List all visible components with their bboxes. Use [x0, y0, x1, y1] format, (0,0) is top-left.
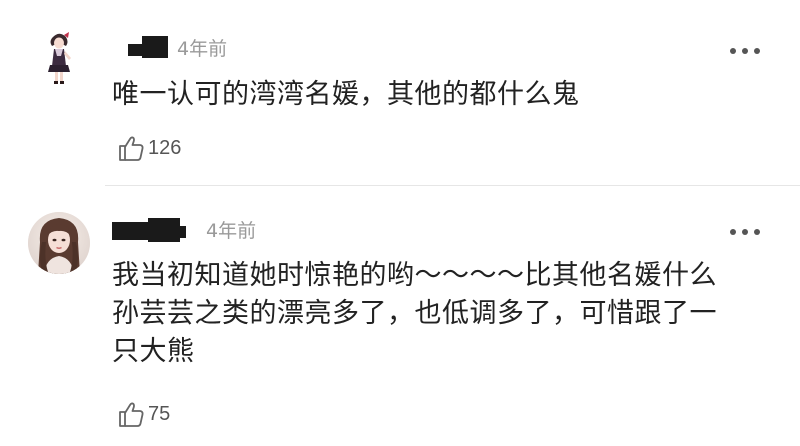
comment-item: 4年前 唯一认可的湾湾名媛，其他的都什么鬼 126 — [0, 0, 800, 186]
redaction-block — [112, 222, 152, 240]
like-button[interactable]: 75 — [116, 399, 170, 429]
avatar[interactable] — [28, 28, 90, 90]
more-dots-icon[interactable] — [730, 228, 760, 236]
comment-text-line: 只大熊 — [112, 336, 195, 367]
thumbs-up-icon — [119, 136, 144, 161]
comment-text-line: 我当初知道她时惊艳的哟～～～～比其他名媛什么 — [112, 260, 717, 291]
comment-text: 我当初知道她时惊艳的哟～～～～比其他名媛什么 孙芸芸之类的漂亮多了，也低调多了，… — [112, 257, 772, 371]
username-redacted[interactable] — [112, 218, 188, 242]
comment-item: 4年前 我当初知道她时惊艳的哟～～～～比其他名媛什么 孙芸芸之类的漂亮多了，也低… — [0, 187, 800, 446]
username-redacted[interactable] — [128, 36, 168, 58]
thumbs-up-icon — [119, 402, 144, 427]
comment-list: 4年前 唯一认可的湾湾名媛，其他的都什么鬼 126 4年前 我当初知道她时惊艳的… — [0, 0, 800, 446]
comment-text-line: 孙芸芸之类的漂亮多了，也低调多了，可惜跟了一 — [112, 298, 717, 329]
comment-text-line: 唯一认可的湾湾名媛，其他的都什么鬼 — [112, 79, 580, 110]
girl-photo-avatar-icon — [28, 212, 90, 274]
redaction-block — [174, 226, 186, 238]
comment-timestamp: 4年前 — [206, 220, 257, 242]
comment-timestamp: 4年前 — [177, 38, 228, 60]
avatar[interactable] — [28, 212, 90, 274]
like-count: 75 — [148, 402, 171, 425]
redaction-block — [128, 44, 146, 56]
anime-girl-avatar-icon — [28, 28, 90, 90]
like-count: 126 — [148, 136, 182, 159]
more-dots-icon[interactable] — [730, 47, 760, 55]
comment-text: 唯一认可的湾湾名媛，其他的都什么鬼 — [112, 76, 772, 114]
divider — [105, 185, 800, 186]
like-button[interactable]: 126 — [116, 133, 181, 163]
